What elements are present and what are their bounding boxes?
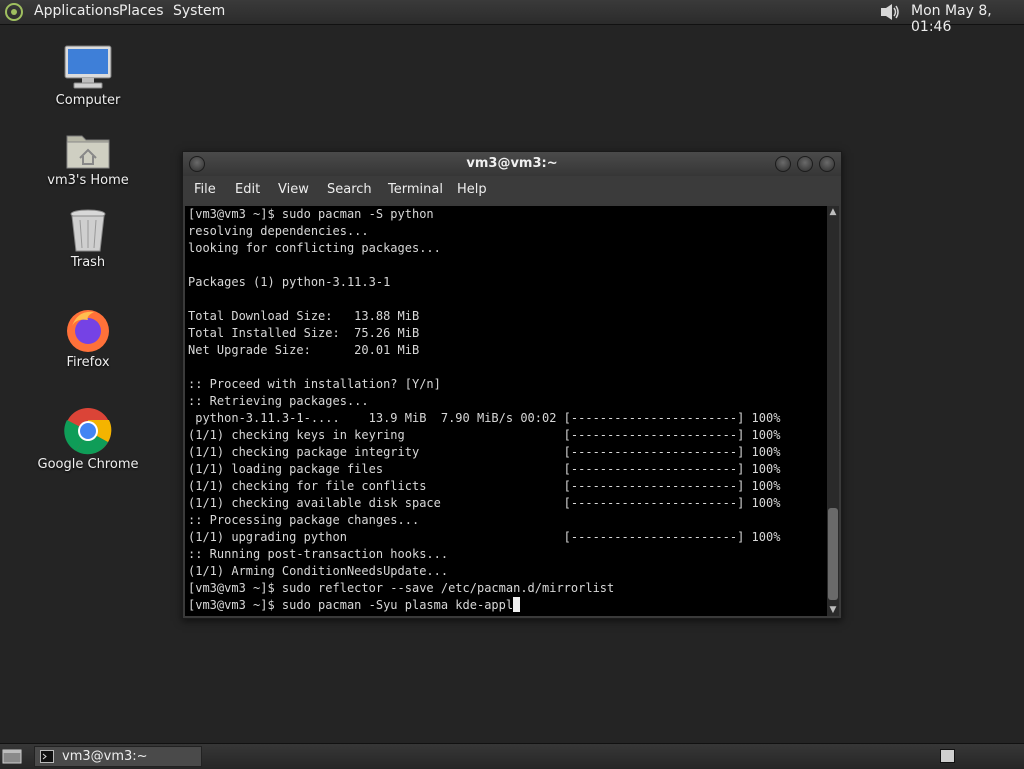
- firefox-icon: [67, 310, 109, 352]
- window-title: vm3@vm3:~: [466, 156, 558, 171]
- system-menu[interactable]: System: [173, 3, 225, 19]
- workspace-switcher-icon[interactable]: [940, 749, 955, 763]
- terminal-line: :: Proceed with installation? [Y/n]: [188, 377, 441, 391]
- desktop-icon-home[interactable]: vm3's Home: [28, 128, 148, 188]
- terminal-line: Packages (1) python-3.11.3-1: [188, 275, 391, 289]
- desktop-icon-label: Computer: [55, 93, 121, 108]
- menu-help[interactable]: Help: [457, 182, 487, 197]
- terminal-line: :: Processing package changes...: [188, 513, 420, 527]
- home-folder-icon: [66, 135, 110, 169]
- applications-menu[interactable]: Applications: [34, 3, 120, 19]
- menu-terminal[interactable]: Terminal: [388, 182, 443, 197]
- terminal-line: looking for conflicting packages...: [188, 241, 441, 255]
- vertical-scrollbar[interactable]: ▲ ▼: [827, 206, 839, 616]
- scrollbar-thumb[interactable]: [828, 508, 838, 600]
- chrome-icon: [64, 408, 112, 455]
- menu-view[interactable]: View: [278, 182, 309, 197]
- terminal-line: Total Download Size: 13.88 MiB: [188, 309, 420, 323]
- desktop-icon-computer[interactable]: Computer: [28, 44, 148, 108]
- desktop-icon-trash[interactable]: Trash: [28, 208, 148, 270]
- desktop-icon-label: Trash: [70, 255, 106, 270]
- terminal-line: (1/1) checking keys in keyring [--------…: [188, 428, 781, 442]
- text-cursor: [513, 597, 521, 612]
- distro-logo-icon[interactable]: [4, 2, 24, 22]
- terminal-icon: [40, 750, 54, 763]
- trash-icon: [70, 209, 106, 252]
- terminal-line: (1/1) checking for file conflicts [-----…: [188, 479, 781, 493]
- menu-edit[interactable]: Edit: [235, 182, 260, 197]
- taskbar-item-terminal[interactable]: vm3@vm3:~: [34, 746, 202, 767]
- terminal-line: :: Running post-transaction hooks...: [188, 547, 449, 561]
- terminal-prompt-line[interactable]: [vm3@vm3 ~]$ sudo pacman -Syu plasma kde…: [188, 598, 513, 612]
- menu-search[interactable]: Search: [327, 182, 372, 197]
- places-menu[interactable]: Places: [119, 3, 164, 19]
- terminal-line: Total Installed Size: 75.26 MiB: [188, 326, 420, 340]
- show-desktop-icon[interactable]: [2, 747, 22, 765]
- window-titlebar[interactable]: vm3@vm3:~: [183, 152, 841, 176]
- desktop-icon-firefox[interactable]: Firefox: [28, 306, 148, 370]
- terminal-line: (1/1) loading package files [-----------…: [188, 462, 781, 476]
- taskbar-item-label: vm3@vm3:~: [62, 749, 148, 764]
- terminal-lines: [vm3@vm3 ~]$ sudo pacman -S python resol…: [188, 206, 780, 614]
- scroll-down-icon[interactable]: ▼: [827, 604, 839, 616]
- terminal-line: (1/1) checking available disk space [---…: [188, 496, 781, 510]
- terminal-window: vm3@vm3:~ File Edit View Search Terminal…: [182, 151, 842, 619]
- clock[interactable]: Mon May 8, 01:46: [911, 3, 1024, 35]
- terminal-line: Net Upgrade Size: 20.01 MiB: [188, 343, 420, 357]
- bottom-panel: vm3@vm3:~: [0, 743, 1024, 769]
- terminal-line: python-3.11.3-1-.... 13.9 MiB 7.90 MiB/s…: [188, 411, 781, 425]
- minimize-icon[interactable]: [775, 156, 791, 172]
- terminal-line: [vm3@vm3 ~]$ sudo reflector --save /etc/…: [188, 581, 615, 595]
- computer-icon: [64, 45, 112, 89]
- desktop-icon-label: vm3's Home: [47, 173, 129, 188]
- terminal-line: (1/1) upgrading python [----------------…: [188, 530, 781, 544]
- terminal-line: :: Retrieving packages...: [188, 394, 369, 408]
- desktop-icon-label: Google Chrome: [37, 457, 139, 472]
- terminal-menubar: File Edit View Search Terminal Help: [183, 176, 841, 204]
- desktop-icon-chrome[interactable]: Google Chrome: [28, 406, 148, 472]
- desktop-icon-label: Firefox: [66, 355, 110, 370]
- scroll-up-icon[interactable]: ▲: [827, 206, 839, 218]
- terminal-line: resolving dependencies...: [188, 224, 369, 238]
- terminal-line: (1/1) Arming ConditionNeedsUpdate...: [188, 564, 449, 578]
- menu-file[interactable]: File: [194, 182, 216, 197]
- terminal-line: [vm3@vm3 ~]$ sudo pacman -S python: [188, 207, 434, 221]
- close-icon[interactable]: [819, 156, 835, 172]
- volume-icon[interactable]: [878, 2, 902, 22]
- terminal-line: (1/1) checking package integrity [------…: [188, 445, 781, 459]
- terminal-output[interactable]: [vm3@vm3 ~]$ sudo pacman -S python resol…: [185, 206, 827, 616]
- maximize-icon[interactable]: [797, 156, 813, 172]
- top-panel: Applications Places System Mon May 8, 01…: [0, 0, 1024, 35]
